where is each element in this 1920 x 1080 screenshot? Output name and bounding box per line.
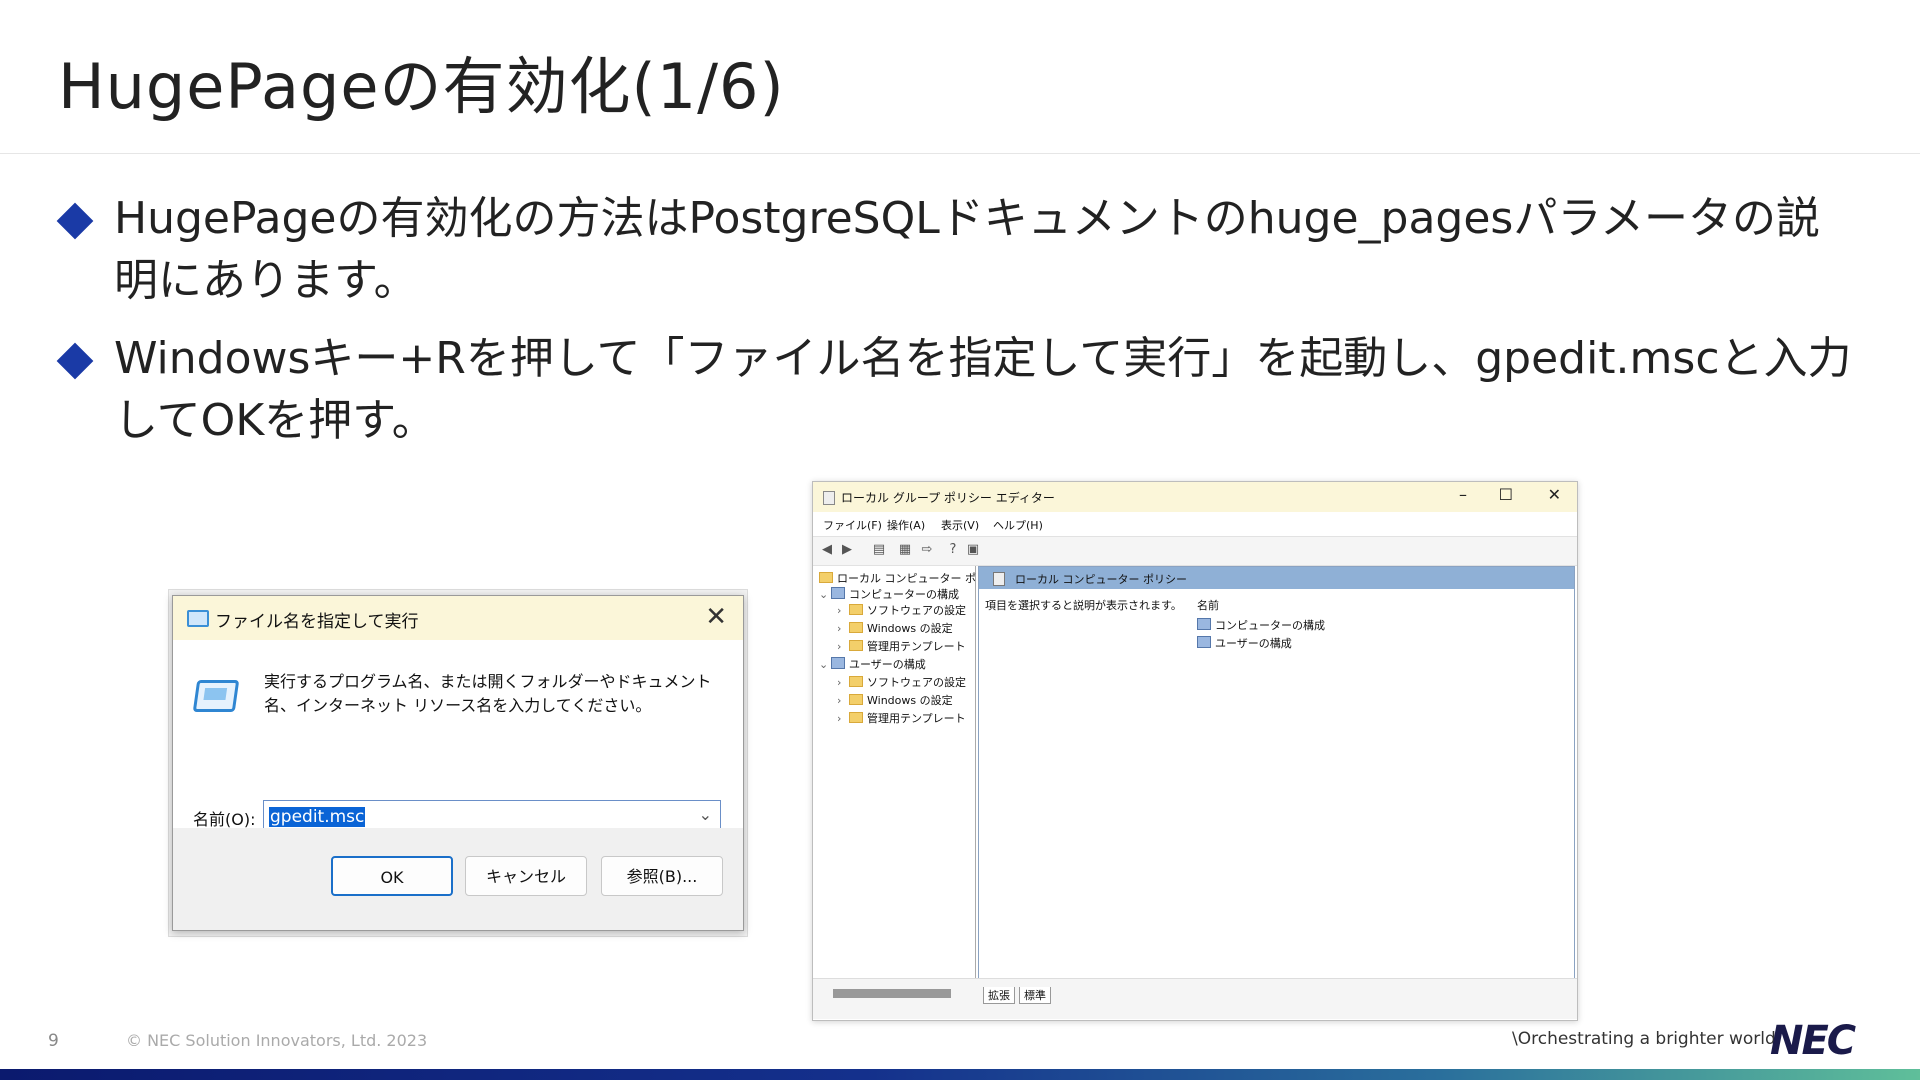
chevron-right-icon[interactable]: ›	[837, 712, 849, 725]
tree-software-settings[interactable]: › ソフトウェアの設定	[837, 602, 966, 618]
menu-action[interactable]: 操作(A)	[887, 517, 925, 533]
tree-admin-templates[interactable]: › 管理用テンプレート	[837, 638, 966, 654]
computer-icon	[831, 587, 845, 599]
tree-user-admin-templates[interactable]: › 管理用テンプレート	[837, 710, 966, 726]
run-icon	[187, 610, 209, 627]
properties-icon[interactable]: ▦	[897, 542, 913, 558]
menu-help[interactable]: ヘルプ(H)	[993, 517, 1043, 533]
gpo-detail-pane: ローカル コンピューター ポリシー 項目を選択すると説明が表示されます。 名前 …	[978, 566, 1575, 980]
slide-title: HugePageの有効化(1/6)	[58, 50, 785, 123]
run-dialog-titlebar: ファイル名を指定して実行 ✕	[173, 596, 743, 640]
gpo-menubar: ファイル(F) 操作(A) 表示(V) ヘルプ(H)	[813, 512, 1577, 536]
chevron-right-icon[interactable]: ›	[837, 694, 849, 707]
user-icon	[831, 657, 845, 669]
bullet-1: HugePageの有効化の方法はPostgreSQLドキュメントのhuge_pa…	[56, 188, 1858, 312]
back-icon[interactable]: ◀	[819, 542, 835, 558]
detail-description: 項目を選択すると説明が表示されます。	[985, 599, 1182, 612]
gpo-statusbar: 拡張 標準	[813, 978, 1577, 1019]
folder-icon	[849, 640, 863, 651]
footer-band	[0, 1069, 1920, 1080]
tree-windows-settings[interactable]: › Windows の設定	[837, 620, 953, 636]
export-icon[interactable]: ⇨	[919, 542, 935, 558]
minimize-icon[interactable]: –	[1459, 485, 1467, 504]
page-number: 9	[48, 1031, 59, 1051]
tab-standard[interactable]: 標準	[1019, 987, 1051, 1004]
bullet-text: Windowsキー+Rを押して「ファイル名を指定して実行」を起動し、gpedit…	[114, 333, 1852, 446]
menu-file[interactable]: ファイル(F)	[823, 517, 882, 533]
tree-user-windows-settings[interactable]: › Windows の設定	[837, 692, 953, 708]
list-item[interactable]: ユーザーの構成	[1197, 635, 1292, 651]
bullet-text: HugePageの有効化の方法はPostgreSQLドキュメントのhuge_pa…	[114, 193, 1821, 306]
gpo-editor-window: ローカル グループ ポリシー エディター – ☐ ✕ ファイル(F) 操作(A)…	[812, 481, 1578, 1021]
run-dialog-title: ファイル名を指定して実行	[215, 612, 419, 632]
horizontal-scrollbar[interactable]	[833, 989, 951, 998]
tagline: \Orchestrating a brighter world	[1512, 1029, 1776, 1049]
detail-header: ローカル コンピューター ポリシー	[979, 567, 1574, 589]
chevron-right-icon[interactable]: ›	[837, 604, 849, 617]
gpo-titlebar: ローカル グループ ポリシー エディター – ☐ ✕	[813, 482, 1577, 512]
chevron-down-icon[interactable]: ⌄	[819, 588, 831, 601]
show-tree-icon[interactable]: ▤	[871, 542, 887, 558]
run-description: 実行するプログラム名、または開くフォルダーやドキュメント名、インターネット リソ…	[264, 672, 712, 715]
nec-logo: NEC	[1770, 1018, 1856, 1064]
name-input-value[interactable]: gpedit.msc	[269, 807, 366, 827]
chevron-down-icon[interactable]: ⌄	[699, 805, 712, 824]
chevron-right-icon[interactable]: ›	[837, 676, 849, 689]
chevron-right-icon[interactable]: ›	[837, 622, 849, 635]
copyright: © NEC Solution Innovators, Ltd. 2023	[126, 1031, 428, 1050]
bullet-2: Windowsキー+Rを押して「ファイル名を指定して実行」を起動し、gpedit…	[56, 328, 1858, 452]
help-icon[interactable]: ?	[945, 542, 961, 558]
folder-icon	[849, 622, 863, 633]
tree-computer-config[interactable]: ⌄ コンピューターの構成	[819, 586, 959, 602]
cancel-button[interactable]: キャンセル	[465, 856, 587, 896]
gpo-toolbar: ◀ ▶ ▤ ▦ ⇨ ? ▣	[813, 536, 1577, 566]
computer-icon	[1197, 618, 1211, 630]
menu-view[interactable]: 表示(V)	[941, 517, 979, 533]
policy-icon	[823, 491, 835, 505]
gpo-title: ローカル グループ ポリシー エディター	[841, 491, 1055, 505]
folder-icon	[849, 694, 863, 705]
run-dialog-footer: OK キャンセル 参照(B)...	[173, 828, 743, 930]
policy-icon	[993, 572, 1005, 586]
folder-icon	[849, 712, 863, 723]
close-icon[interactable]: ✕	[1548, 485, 1561, 504]
tree-user-software-settings[interactable]: › ソフトウェアの設定	[837, 674, 966, 690]
gpo-tree-pane: ローカル コンピューター ポリシー ⌄ コンピューターの構成 › ソフトウェアの設定…	[815, 566, 1009, 978]
run-program-icon	[192, 680, 240, 712]
tab-extended[interactable]: 拡張	[983, 987, 1015, 1004]
maximize-icon[interactable]: ☐	[1499, 485, 1513, 504]
tree-user-config[interactable]: ⌄ ユーザーの構成	[819, 656, 926, 672]
folder-icon	[849, 604, 863, 615]
column-header-name[interactable]: 名前	[1197, 597, 1219, 613]
detail-header-title: ローカル コンピューター ポリシー	[1015, 573, 1187, 586]
name-label: 名前(O):	[193, 810, 256, 829]
diamond-bullet-icon	[56, 342, 94, 380]
user-icon	[1197, 636, 1211, 648]
list-item[interactable]: コンピューターの構成	[1197, 617, 1325, 633]
title-divider	[0, 153, 1920, 154]
diamond-bullet-icon	[56, 202, 94, 240]
forward-icon[interactable]: ▶	[839, 542, 855, 558]
folder-icon	[849, 676, 863, 687]
view-icon[interactable]: ▣	[965, 542, 981, 558]
chevron-down-icon[interactable]: ⌄	[819, 658, 831, 671]
ok-button[interactable]: OK	[331, 856, 453, 896]
policy-icon	[819, 572, 833, 583]
chevron-right-icon[interactable]: ›	[837, 640, 849, 653]
run-dialog: ファイル名を指定して実行 ✕ 実行するプログラム名、または開くフォルダーやドキュ…	[172, 595, 744, 931]
run-dialog-body: 実行するプログラム名、または開くフォルダーやドキュメント名、インターネット リソ…	[173, 640, 743, 834]
browse-button[interactable]: 参照(B)...	[601, 856, 723, 896]
close-icon[interactable]: ✕	[705, 602, 727, 632]
